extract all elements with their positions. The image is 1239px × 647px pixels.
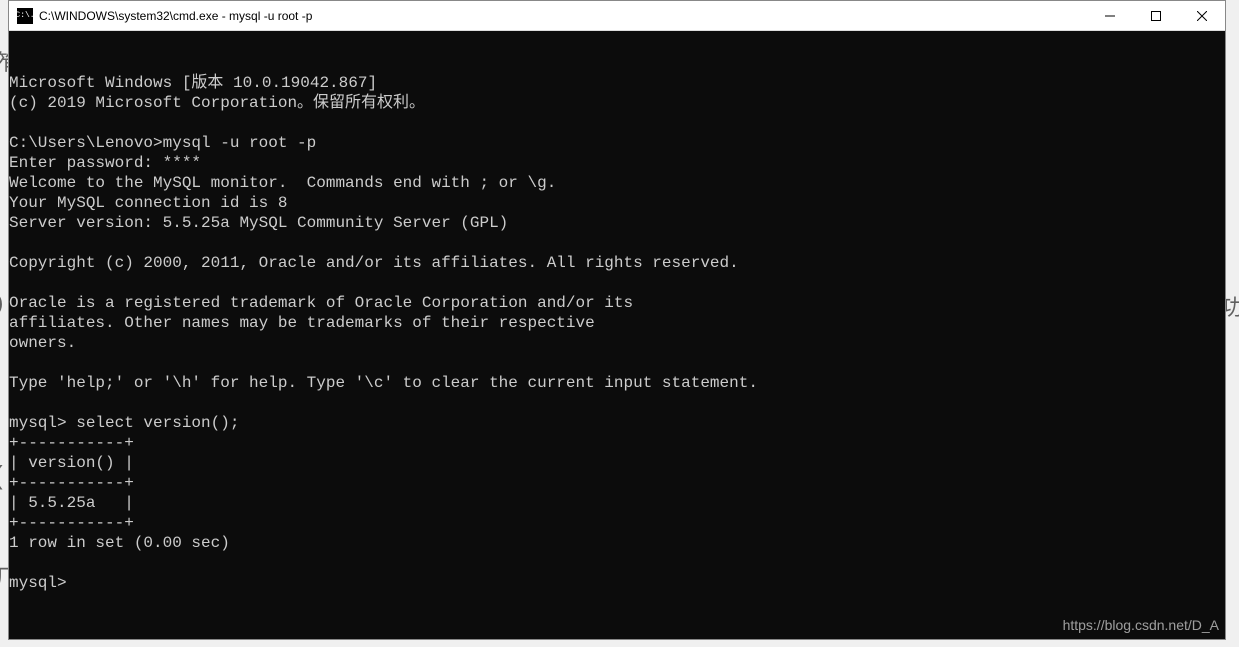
maximize-button[interactable] [1133, 1, 1179, 30]
terminal-output: Microsoft Windows [版本 10.0.19042.867] (c… [9, 73, 1225, 593]
cmd-icon: C:\. [17, 8, 33, 24]
minimize-icon [1105, 11, 1115, 21]
cmd-window: C:\. C:\WINDOWS\system32\cmd.exe - mysql… [8, 0, 1226, 640]
bg-fragment: ) [0, 290, 3, 316]
window-controls [1087, 1, 1225, 30]
close-icon [1197, 11, 1207, 21]
watermark-text: https://blog.csdn.net/D_A [1063, 615, 1219, 635]
minimize-button[interactable] [1087, 1, 1133, 30]
window-title: C:\WINDOWS\system32\cmd.exe - mysql -u r… [39, 9, 1087, 23]
close-button[interactable] [1179, 1, 1225, 30]
maximize-icon [1151, 11, 1161, 21]
bg-fragment: ( [0, 460, 3, 491]
titlebar[interactable]: C:\. C:\WINDOWS\system32\cmd.exe - mysql… [9, 1, 1225, 31]
terminal-area[interactable]: Microsoft Windows [版本 10.0.19042.867] (c… [9, 31, 1225, 639]
